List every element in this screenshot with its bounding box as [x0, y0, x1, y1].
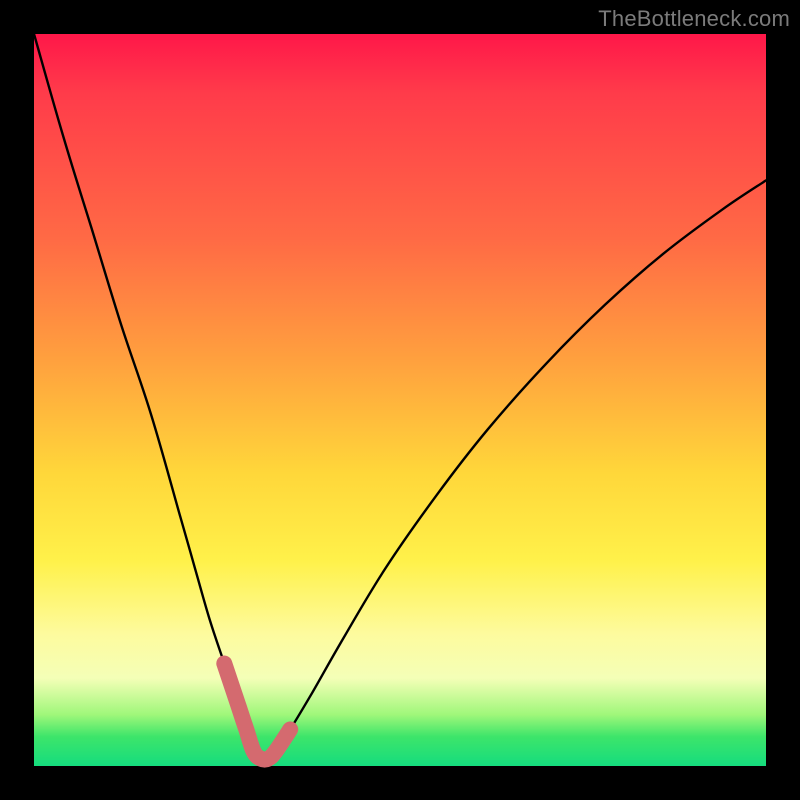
bottleneck-curve [34, 34, 766, 760]
curve-layer [34, 34, 766, 766]
plot-area [34, 34, 766, 766]
optimal-range-highlight [224, 664, 290, 760]
watermark-text: TheBottleneck.com [598, 6, 790, 32]
chart-frame: TheBottleneck.com [0, 0, 800, 800]
